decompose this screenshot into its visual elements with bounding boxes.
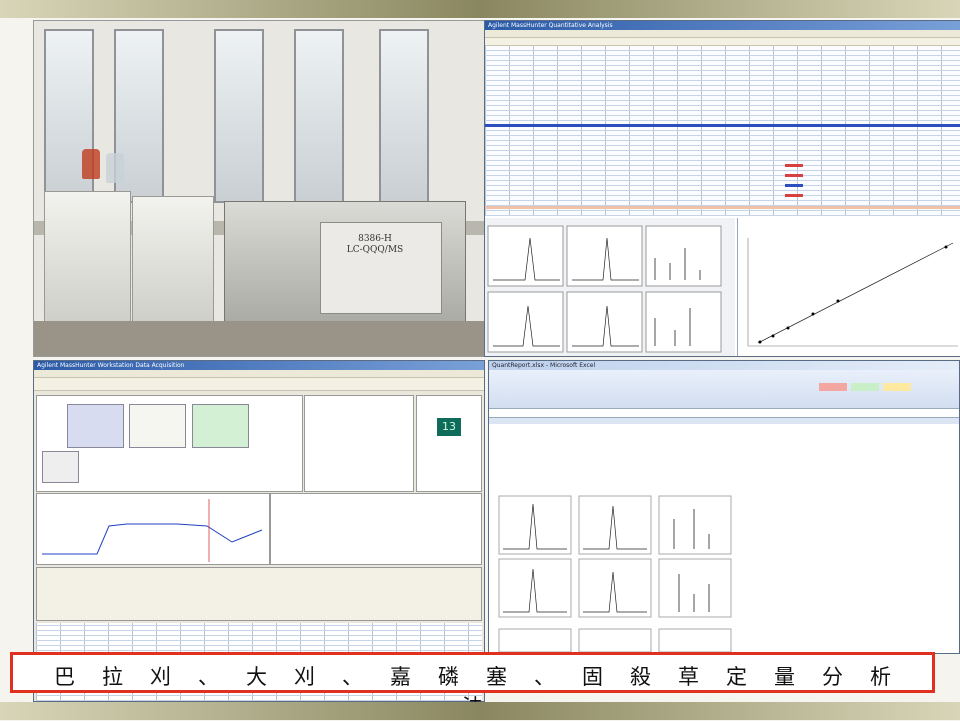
pressure-plot: [36, 493, 270, 565]
lab-bench: [34, 321, 484, 356]
menu-bar[interactable]: [485, 30, 960, 38]
table-row: [785, 184, 803, 187]
calibration-curve: [747, 238, 958, 347]
excel-report-window: QuantReport.xlsx - Microsoft Excel: [488, 360, 960, 654]
calibration-curve-pane: [737, 218, 960, 356]
quant-analysis-window: Agilent MassHunter Quantitative Analysis: [484, 20, 960, 357]
instrument-label: 8386-H LC-QQQ/MS: [346, 234, 404, 255]
status-pane: 13: [416, 395, 482, 492]
table-row[interactable]: [485, 124, 960, 127]
formula-bar[interactable]: [489, 409, 959, 418]
window-pane: [214, 29, 264, 203]
mass-spectrometer: 8386-H LC-QQQ/MS: [224, 201, 466, 328]
window-pane: [294, 29, 344, 203]
table-row: [785, 194, 803, 197]
caption-box: 巴拉刈、大刈、嘉磷塞、固殺草定量分析法: [10, 652, 935, 719]
table-row: [785, 164, 803, 167]
bottom-decor-band: [0, 702, 960, 720]
compound-information-pane: [485, 218, 735, 356]
menu-bar[interactable]: [34, 370, 484, 378]
solvent-bottle: [82, 149, 100, 179]
worksheet[interactable]: [489, 424, 959, 653]
report-chromatograms: [498, 495, 732, 653]
window-title: QuantReport.xlsx - Microsoft Excel: [489, 361, 959, 370]
spectrum-plot: [270, 493, 482, 565]
table-row[interactable]: [485, 206, 960, 209]
chromatogram-plots: [487, 225, 722, 353]
ribbon[interactable]: [489, 370, 959, 409]
batch-table[interactable]: [485, 46, 960, 216]
parameter-table[interactable]: [304, 395, 414, 492]
data-acquisition-window: Agilent MassHunter Workstation Data Acqu…: [33, 360, 485, 702]
lc-module-stack: [132, 196, 214, 323]
window-title: Agilent MassHunter Workstation Data Acqu…: [34, 361, 484, 370]
solvent-bottle: [106, 153, 124, 183]
devices-pane: [36, 395, 303, 492]
lc-module-stack: [44, 191, 131, 323]
pressure-trace: [42, 499, 263, 562]
sampler-module[interactable]: [129, 404, 186, 448]
style-good[interactable]: [851, 383, 879, 391]
toolbar[interactable]: [485, 38, 960, 46]
top-decor-band: [0, 0, 960, 18]
pump-module[interactable]: [67, 404, 124, 448]
style-bad[interactable]: [819, 383, 847, 391]
status-readout: 13: [437, 418, 461, 436]
lab-instrument-photo: 8386-H LC-QQQ/MS: [33, 20, 485, 357]
ms-module[interactable]: [42, 451, 79, 483]
window-title: Agilent MassHunter Quantitative Analysis: [485, 21, 960, 30]
window-pane: [379, 29, 429, 203]
method-settings-pane[interactable]: [36, 567, 482, 621]
toolbar[interactable]: [34, 378, 484, 391]
column-module[interactable]: [192, 404, 249, 448]
table-row: [785, 174, 803, 177]
style-neutral[interactable]: [883, 383, 911, 391]
